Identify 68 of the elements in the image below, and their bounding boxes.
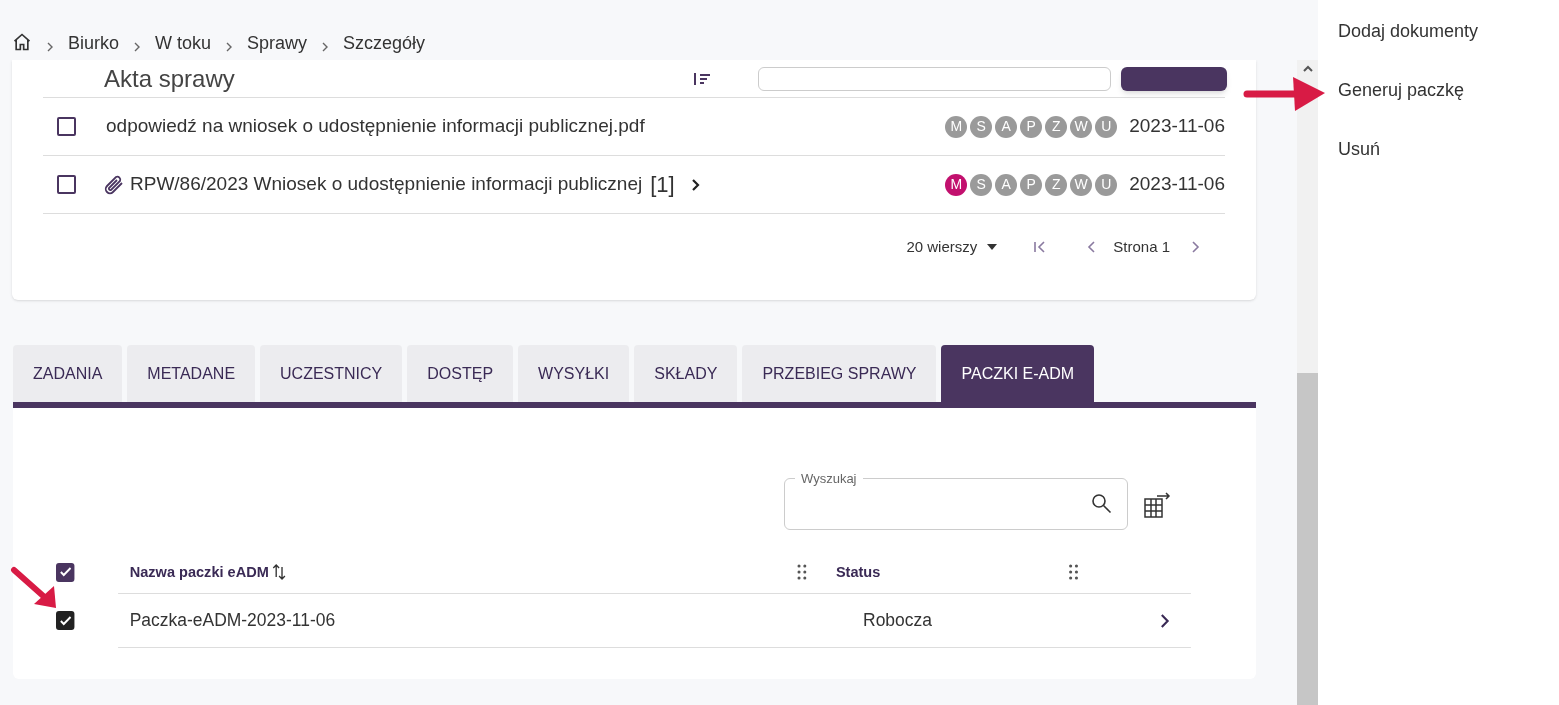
search-icon[interactable] — [1091, 493, 1113, 515]
chevron-right-icon — [46, 42, 54, 52]
tab[interactable]: METADANE — [127, 345, 256, 402]
tab[interactable]: DOSTĘP — [407, 345, 514, 402]
check-icon — [59, 567, 72, 577]
tab[interactable]: WYSYŁKI — [518, 345, 630, 402]
menu-item[interactable]: Dodaj dokumenty — [1338, 18, 1559, 44]
chevron-right-icon — [321, 42, 330, 52]
status-badge: Z — [1045, 173, 1068, 196]
status-badge: W — [1070, 173, 1093, 196]
chevron-right-icon[interactable] — [690, 177, 701, 192]
table-export-icon[interactable] — [1143, 491, 1171, 519]
select-all-checkbox[interactable] — [56, 562, 75, 582]
breadcrumb-link[interactable]: Szczegóły — [343, 34, 426, 52]
status-badge: U — [1095, 115, 1118, 138]
tab[interactable]: UCZESTNICY — [260, 345, 403, 402]
rows-per-page-select[interactable]: 20 wierszy — [906, 235, 998, 259]
home-icon[interactable] — [12, 32, 32, 52]
status-badge: P — [1020, 115, 1043, 138]
status-badge: A — [995, 173, 1018, 196]
column-drag-icon[interactable] — [797, 564, 807, 580]
status-badge: S — [970, 115, 993, 138]
status-badge: A — [995, 115, 1018, 138]
tab[interactable]: SKŁADY — [634, 345, 738, 402]
package-name[interactable]: Paczka-eADM-2023-11-06 — [118, 607, 864, 634]
chevron-right-icon — [133, 42, 142, 52]
scrollbar-thumb[interactable] — [1297, 373, 1318, 705]
tab[interactable]: ZADANIA — [13, 345, 123, 402]
status-badge: Z — [1045, 115, 1068, 138]
attachment-count: [1] — [650, 171, 675, 199]
checkbox[interactable] — [56, 611, 75, 630]
scroll-up-icon[interactable] — [1302, 65, 1313, 73]
tab[interactable]: PRZEBIEG SPRAWY — [742, 345, 937, 402]
status-badge: W — [1070, 115, 1093, 138]
first-page-icon[interactable] — [1033, 240, 1048, 254]
caret-icon — [987, 244, 998, 250]
checkbox[interactable] — [57, 175, 76, 194]
breadcrumb-link[interactable]: Sprawy — [247, 34, 308, 52]
status-badge: M — [945, 173, 968, 196]
checkbox[interactable] — [57, 117, 76, 136]
package-status: Robocza — [863, 609, 932, 632]
previous-page-icon[interactable] — [1087, 240, 1098, 254]
sort-icon[interactable] — [272, 563, 287, 581]
section-title: Akta sprawy — [104, 66, 235, 91]
next-page-icon[interactable] — [1190, 240, 1200, 254]
document-name[interactable]: odpowiedź na wniosek o udostępnienie informacji publicznej.pdf — [106, 112, 645, 141]
sort-icon[interactable] — [693, 70, 713, 87]
tab[interactable]: PACZKI E-ADM — [941, 345, 1095, 402]
check-icon — [59, 615, 72, 626]
menu-item[interactable]: Usuń — [1338, 136, 1559, 162]
breadcrumb-link[interactable]: W toku — [155, 34, 212, 52]
menu-item[interactable]: Generuj paczkę — [1338, 77, 1559, 103]
document-date: 2023-11-06 — [1129, 172, 1225, 197]
column-header[interactable]: Status — [835, 560, 1069, 584]
status-badge: S — [970, 173, 993, 196]
document-date: 2023-11-06 — [1129, 114, 1225, 139]
add-button[interactable] — [1121, 66, 1227, 91]
status-badge: M — [945, 115, 968, 138]
status-badge: U — [1095, 173, 1118, 196]
chevron-right-icon — [225, 42, 234, 52]
status-badge: P — [1020, 173, 1043, 196]
page-number: Strona 1 — [1113, 236, 1170, 257]
document-name[interactable]: RPW/86/2023 Wniosek o udostępnienie informacji publicznej — [130, 170, 643, 199]
column-header[interactable]: Nazwa paczki eADM — [118, 560, 798, 584]
chevron-right-icon[interactable] — [1159, 612, 1170, 629]
breadcrumb-link[interactable]: Biurko — [68, 34, 120, 52]
search-field[interactable] — [758, 66, 1111, 91]
column-drag-icon[interactable] — [1068, 564, 1079, 580]
